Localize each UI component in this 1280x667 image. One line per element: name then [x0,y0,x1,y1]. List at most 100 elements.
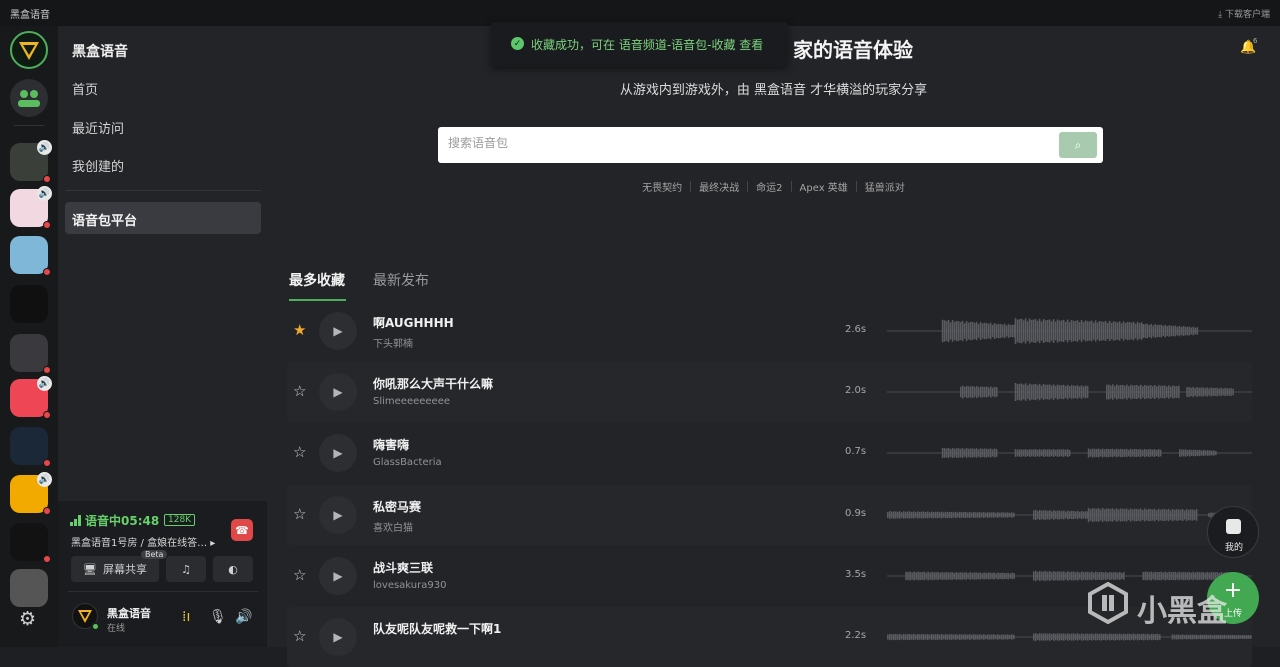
friends-icon[interactable] [10,79,48,117]
tag-item[interactable]: 最终决战 [699,179,739,194]
my-packs-button[interactable]: 我的 [1207,506,1259,558]
valorant-icon[interactable]: 🔊 [10,379,48,417]
settings-gear-icon[interactable]: ⚙ [19,608,36,630]
hang-up-button[interactable]: ☎ [231,519,253,541]
voice-status-text: 语音中05:48 [85,512,159,529]
toast-notification: ✓ 收藏成功，可在 语音频道-语音包-收藏 查看 [491,22,788,67]
sidebar-item-recent[interactable]: 最近访问 [72,118,124,137]
play-icon: ▶ [333,630,342,644]
screen-share-button[interactable]: 🖥屏幕共享 [71,556,159,582]
tab-latest[interactable]: 最新发布 [373,270,429,290]
destiny-icon[interactable] [10,334,48,372]
unread-dot [43,366,51,374]
toast-message[interactable]: 收藏成功，可在 语音频道-语音包-收藏 查看 [531,36,763,53]
sidebar-item-voice-pack-platform[interactable]: 语音包平台 [65,202,261,234]
signal-bars-icon [70,515,81,526]
phone-hangup-icon: ☎ [235,524,249,537]
cloud-icon[interactable] [10,569,48,607]
heybox-home-icon[interactable] [10,31,48,69]
play-icon: ▶ [333,508,342,522]
tab-most-favorited[interactable]: 最多收藏 [289,270,345,290]
speaker-icon: 🔊 [37,376,52,391]
room-name-text: 黑盒语音1号房 / 盒娘在线答… [71,538,207,549]
watermark: 小黑盒 [1087,580,1247,630]
steam-icon[interactable] [10,427,48,465]
tag-item[interactable]: 猛兽派对 [865,179,905,194]
app-title: 黑盒语音 [10,6,50,21]
activity-button[interactable]: ◐ [213,556,253,582]
clip-title: 嗨害嗨 [373,436,409,453]
clip-title: 私密马赛 [373,498,421,515]
tag-item[interactable]: Apex 英雄 [800,179,848,194]
play-button[interactable]: ▶ [319,496,357,534]
play-button[interactable]: ▶ [319,618,357,656]
speaker-icon[interactable]: 🔊 [235,609,252,625]
search-icon: ⌕ [1075,138,1082,153]
play-icon: ▶ [333,385,342,399]
unread-dot [43,507,51,515]
waveform[interactable] [887,316,1252,346]
anime-icon[interactable]: 🔊 [10,189,48,227]
cat-icon[interactable] [10,523,48,561]
list-item[interactable]: ☆▶你吼那么大声干什么嘛Slimeeeeeeeee2.0s [287,362,1252,422]
unread-dot [43,411,51,419]
clip-author: 喜欢白猫 [373,519,413,534]
download-client-link[interactable]: ⤓ 下载客户端 [1218,7,1270,20]
heybox-watermark-icon [1087,582,1129,624]
sidebar-item-home[interactable]: 首页 [72,79,98,98]
heybox-icon[interactable] [10,285,48,323]
list-item[interactable]: ☆ ▶ 私密马赛喜欢白猫 0.9s [287,485,1252,545]
microphone-icon[interactable]: 🎙 [209,609,227,625]
hero-title: 家的语音体验 [793,34,913,63]
palworld-icon[interactable] [10,236,48,274]
hero-subtitle: 从游戏内到游戏外，由 黑盒语音 才华横溢的玩家分享 [267,79,1280,98]
pubg-icon[interactable]: 🔊 [10,475,48,513]
play-button[interactable]: ▶ [319,312,357,350]
play-button[interactable]: ▶ [319,557,357,595]
waveform[interactable] [887,377,1252,407]
tag-item[interactable]: 无畏契约 [642,179,682,194]
play-button[interactable]: ▶ [319,373,357,411]
chevron-right-icon: ▸ [210,538,215,549]
sidebar-title: 黑盒语音 [72,41,128,61]
room-name[interactable]: 黑盒语音1号房 / 盒娘在线答… ▸ [71,534,215,549]
star-outline-icon[interactable]: ☆ [293,566,306,584]
star-outline-icon[interactable]: ☆ [293,382,306,400]
beta-badge: Beta [141,550,167,559]
play-icon: ▶ [333,569,342,583]
waveform[interactable] [887,500,1252,530]
notification-count: 6 [1253,37,1257,45]
search-input[interactable] [448,136,1038,150]
unread-dot [43,175,51,183]
star-outline-icon[interactable]: ☆ [293,505,306,523]
speaker-icon: 🔊 [37,186,52,201]
play-button[interactable]: ▶ [319,434,357,472]
unread-dot [43,268,51,276]
star-filled-icon[interactable]: ★ [293,321,306,339]
clip-author: lovesakura930 [373,580,446,591]
sidebar-item-created[interactable]: 我创建的 [72,156,124,175]
clip-duration: 0.9s [845,508,866,519]
hot-tags: 无畏契约 最终决战 命运2 Apex 英雄 猛兽派对 [267,179,1280,194]
genshin-icon[interactable]: 🔊 [10,143,48,181]
music-note-icon: ♫ [181,563,191,576]
star-outline-icon[interactable]: ☆ [293,627,306,645]
monitor-icon: 🖥 [83,563,97,576]
star-outline-icon[interactable]: ☆ [293,443,306,461]
noise-suppression-icon[interactable]: ⁞ı [182,609,190,625]
soundboard-button[interactable]: ♫ [166,556,206,582]
clip-duration: 3.5s [845,569,866,580]
heybox-logo-icon [12,33,46,67]
rocket-icon: ◐ [228,563,238,576]
friends-glyph-icon [10,79,48,117]
speaker-icon: 🔊 [37,140,52,155]
voice-connection-panel: 语音中05:48 128K ☎ 黑盒语音1号房 / 盒娘在线答… ▸ 🖥屏幕共享… [58,501,267,647]
tag-item[interactable]: 命运2 [756,179,782,194]
play-icon: ▶ [333,324,342,338]
speaker-icon: 🔊 [37,472,52,487]
waveform[interactable] [887,438,1252,468]
list-item[interactable]: ★▶啊AUGHHHH下头郭楠2.6s [287,301,1252,361]
clip-duration: 2.2s [845,630,866,641]
list-item[interactable]: ☆▶嗨害嗨GlassBacteria0.7s [287,423,1252,483]
search-button[interactable]: ⌕ [1059,132,1097,158]
